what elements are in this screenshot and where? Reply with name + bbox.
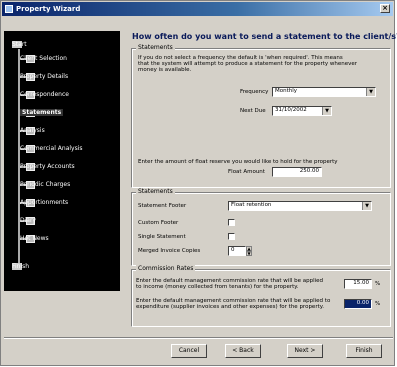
group-title: Statements: [136, 188, 175, 195]
float-amount-input[interactable]: 250.00: [272, 167, 322, 177]
single-statement-checkbox[interactable]: [228, 233, 235, 240]
dropdown-arrow-icon[interactable]: ▼: [322, 107, 331, 115]
page-heading: How often do you want to send a statemen…: [132, 32, 397, 41]
nav-finish-label: Finish: [12, 262, 30, 270]
income-commission-input[interactable]: 15.00: [344, 279, 372, 289]
window-title: Property Wizard: [16, 5, 81, 13]
percent-label: %: [375, 281, 381, 287]
nav-item-label: Hot News: [20, 235, 49, 242]
title-bar[interactable]: Property Wizard ×: [2, 2, 393, 16]
invoice-copies-value: 0: [231, 247, 235, 253]
expenditure-commission-input[interactable]: 0.00: [344, 299, 372, 309]
nav-item-analysis[interactable]: Analysis: [20, 125, 116, 136]
custom-footer-checkbox[interactable]: [228, 219, 235, 226]
statements-options-group: Statements Statement Footer Float retent…: [131, 188, 391, 266]
custom-footer-label: Custom Footer: [138, 220, 179, 226]
nav-item-label: Analysis: [20, 127, 45, 134]
cancel-button[interactable]: Cancel: [171, 344, 207, 358]
invoice-copies-label: Merged Invoice Copies: [138, 248, 201, 254]
statement-footer-select[interactable]: Float retention ▼: [228, 201, 372, 211]
float-amount-value: 250.00: [299, 168, 319, 174]
nav-item-label: Statements: [20, 109, 64, 116]
nav-item-hot-news[interactable]: Hot News: [20, 233, 116, 244]
nav-finish: Finish: [12, 261, 30, 271]
float-description: Enter the amount of float reserve you wo…: [138, 159, 338, 165]
group-title: Statements: [136, 44, 175, 51]
button-bar-separator: [4, 337, 393, 338]
nav-item-statements[interactable]: Statements: [20, 107, 116, 118]
frequency-value: Monthly: [275, 88, 298, 94]
nav-item-periodic-charges[interactable]: Periodic Charges: [20, 179, 116, 190]
next-due-value: 31/10/2002: [275, 107, 307, 113]
wizard-window: Property Wizard × Start Client Selection…: [0, 0, 397, 366]
commission-rates-group: Commission Rates Enter the default manag…: [131, 265, 391, 327]
nav-item-label: Diary: [20, 217, 36, 224]
frequency-select[interactable]: Monthly ▼: [272, 87, 376, 97]
income-commission-description: to income (money collected from tenants)…: [136, 284, 299, 290]
nav-item-correspondence[interactable]: Correspondence: [20, 89, 116, 100]
nav-item-property-details[interactable]: Property Details: [20, 71, 116, 82]
nav-item-property-accounts[interactable]: Property Accounts: [20, 161, 116, 172]
next-button[interactable]: Next >: [287, 344, 323, 358]
wizard-steps-nav: Start Client Selection Property Details …: [4, 31, 120, 291]
nav-item-label: Property Accounts: [20, 163, 75, 170]
expenditure-commission-value: 0.00: [356, 300, 369, 306]
nav-item-diary[interactable]: Diary: [20, 215, 116, 226]
frequency-label: Frequency: [240, 89, 269, 95]
nav-start-label: Start: [12, 40, 27, 48]
nav-item-label: Property Details: [20, 73, 69, 80]
dropdown-arrow-icon[interactable]: ▼: [362, 202, 371, 210]
nav-item-commercial-analysis[interactable]: Commercial Analysis: [20, 143, 116, 154]
nav-item-label: Apportionments: [20, 199, 69, 206]
nav-item-label: Commercial Analysis: [20, 145, 83, 152]
finish-button[interactable]: Finish: [346, 344, 382, 358]
statements-frequency-group: Statements If you do not select a freque…: [131, 44, 391, 188]
nav-item-label: Correspondence: [20, 91, 69, 98]
next-due-date-picker[interactable]: 31/10/2002 ▼: [272, 106, 332, 116]
single-statement-label: Single Statement: [138, 234, 186, 240]
spin-down-icon[interactable]: ▼: [246, 251, 252, 256]
dropdown-arrow-icon[interactable]: ▼: [366, 88, 375, 96]
app-icon: [5, 5, 13, 13]
float-amount-label: Float Amount: [228, 169, 265, 175]
frequency-description-line: money is available.: [138, 67, 192, 73]
group-title: Commission Rates: [136, 265, 196, 272]
nav-item-label: Periodic Charges: [20, 181, 71, 188]
next-due-label: Next Due: [240, 108, 266, 114]
statement-footer-label: Statement Footer: [138, 203, 187, 209]
percent-label: %: [375, 301, 381, 307]
nav-item-client-selection[interactable]: Client Selection: [20, 53, 116, 64]
statement-footer-value: Float retention: [231, 202, 272, 208]
invoice-copies-input[interactable]: 0: [228, 246, 246, 256]
close-button[interactable]: ×: [380, 4, 390, 13]
nav-item-apportionments[interactable]: Apportionments: [20, 197, 116, 208]
nav-start: Start: [12, 39, 27, 49]
back-button[interactable]: < Back: [225, 344, 261, 358]
income-commission-value: 15.00: [353, 280, 369, 286]
nav-item-label: Client Selection: [20, 55, 67, 62]
expenditure-commission-description: expenditure (supplier invoices and other…: [136, 304, 324, 310]
